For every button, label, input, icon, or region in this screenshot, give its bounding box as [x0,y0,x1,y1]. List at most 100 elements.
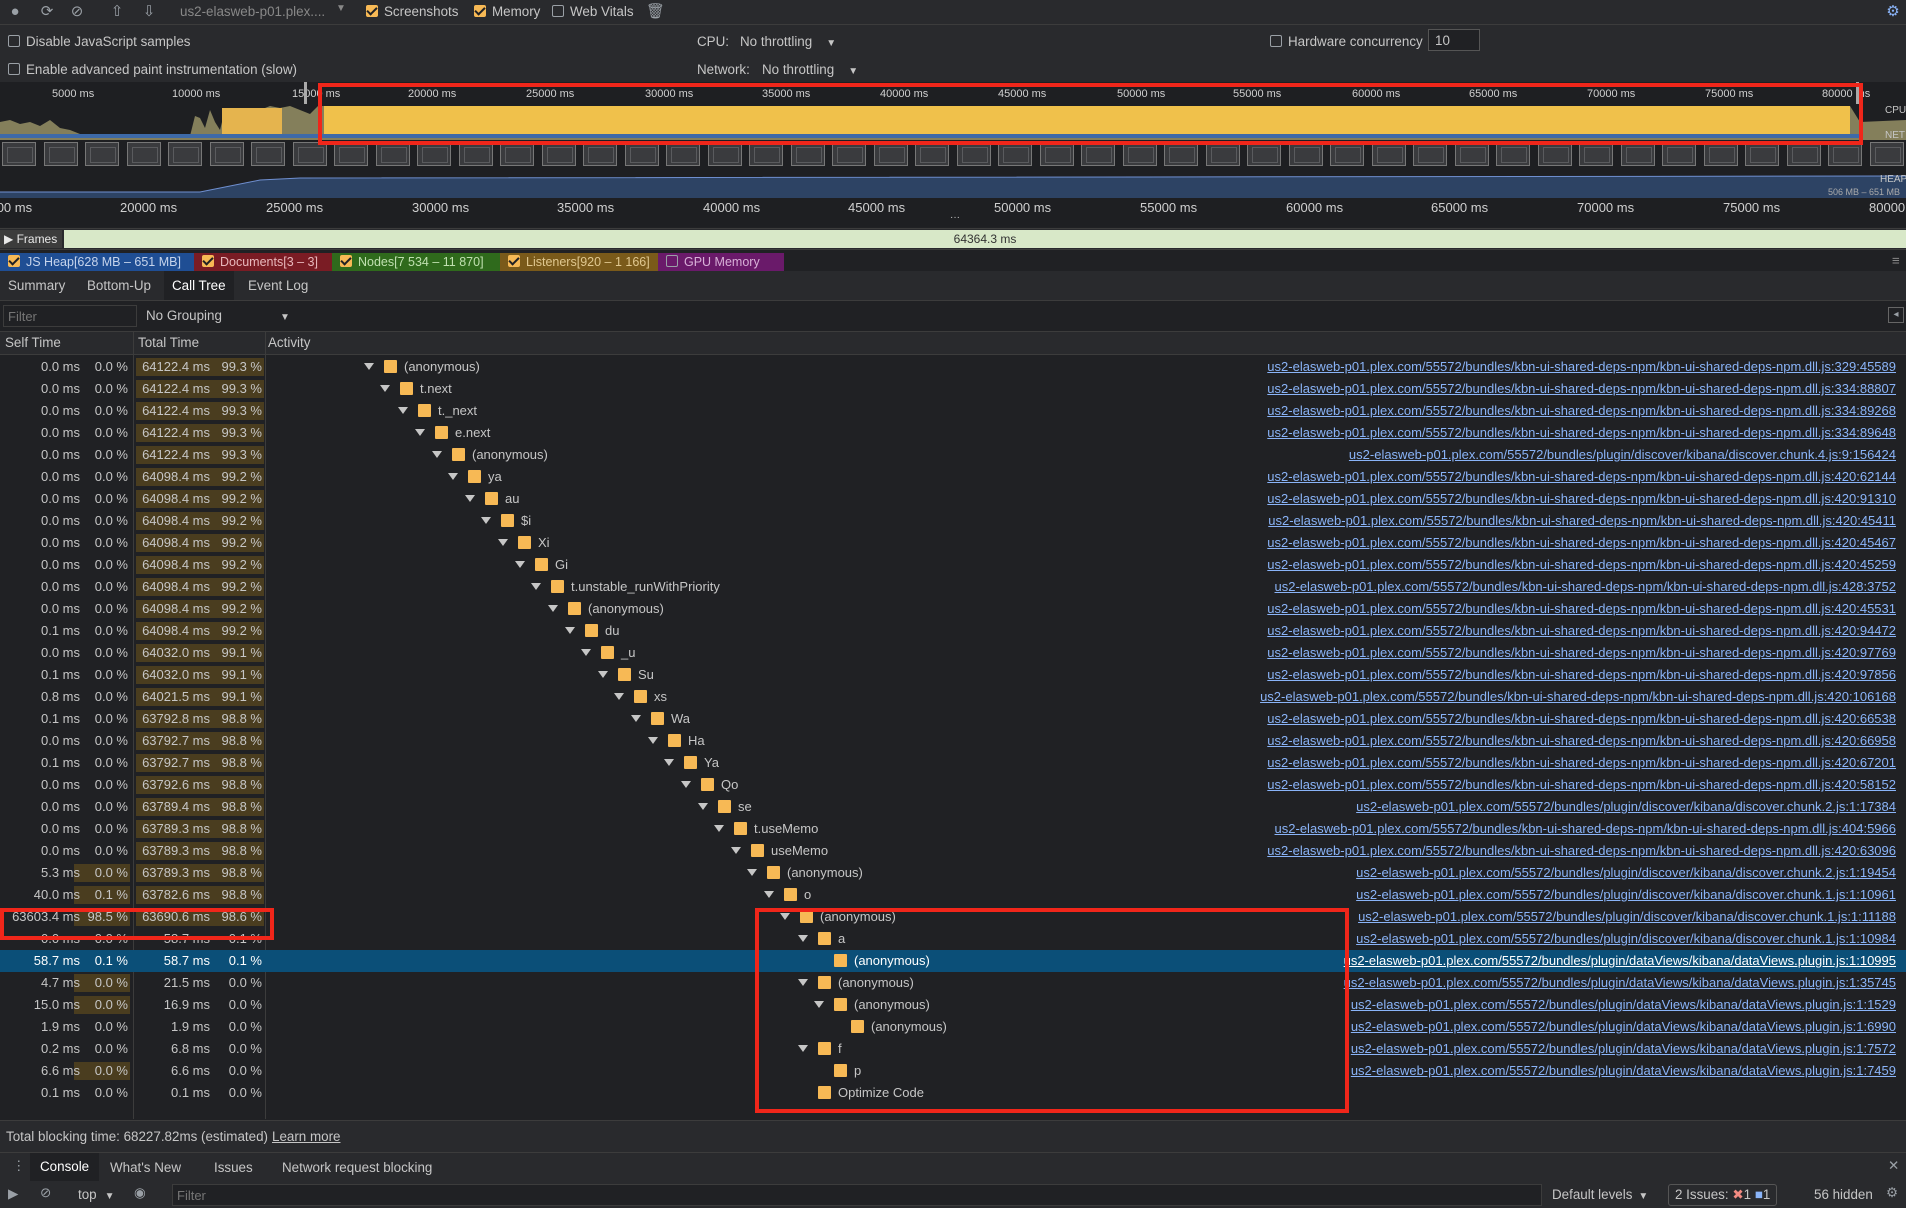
call-tree-row[interactable]: 0.1 ms 0.0 % 63792.8 ms 98.8 % Wa us2-elasweb… [0,708,1906,730]
screenshot-thumbnail[interactable] [1123,142,1157,166]
source-link[interactable]: us2-elasweb-p01.plex.com/55572/bundles/k… [1267,774,1896,796]
expand-toggle-icon[interactable] [548,605,558,612]
selection-left-handle[interactable] [304,82,307,104]
source-link[interactable]: us2-elasweb-p01.plex.com/55572/bundles/p… [1351,1016,1896,1038]
screenshot-thumbnail[interactable] [1330,142,1364,166]
screenshot-thumbnail[interactable] [1828,142,1862,166]
clear-icon[interactable]: ⊘ [68,3,86,21]
screenshot-thumbnail[interactable] [625,142,659,166]
call-tree-row[interactable]: 0.0 ms 0.0 % 64122.4 ms 99.3 % e.next us2-ela… [0,422,1906,444]
screenshot-thumbnail[interactable] [542,142,576,166]
call-tree-row[interactable]: 0.0 ms 0.0 % 64098.4 ms 99.2 % ya us2-elasweb… [0,466,1906,488]
expand-toggle-icon[interactable] [432,451,442,458]
source-link[interactable]: us2-elasweb-p01.plex.com/55572/bundles/k… [1267,356,1896,378]
source-link[interactable]: us2-elasweb-p01.plex.com/55572/bundles/k… [1267,378,1896,400]
screenshot-thumbnail[interactable] [1081,142,1115,166]
expand-toggle-icon[interactable] [364,363,374,370]
source-link[interactable]: us2-elasweb-p01.plex.com/55572/bundles/p… [1351,1060,1896,1082]
expand-toggle-icon[interactable] [481,517,491,524]
call-tree-row[interactable]: 0.1 ms 0.0 % 64098.4 ms 99.2 % du us2-elasweb… [0,620,1906,642]
call-tree-row[interactable]: 0.0 ms 0.0 % 63792.7 ms 98.8 % Ha us2-elasweb… [0,730,1906,752]
call-tree-row[interactable]: 0.1 ms 0.0 % 63792.7 ms 98.8 % Ya us2-elasweb… [0,752,1906,774]
source-link[interactable]: us2-elasweb-p01.plex.com/55572/bundles/p… [1344,950,1896,972]
call-tree-row[interactable]: 0.0 ms 0.0 % 64098.4 ms 99.2 % au us2-elasweb… [0,488,1906,510]
gear-icon[interactable]: ⚙ [1884,3,1902,21]
source-link[interactable]: us2-elasweb-p01.plex.com/55572/bundles/k… [1267,620,1896,642]
activity-header[interactable]: Activity [268,335,310,350]
screenshot-thumbnail[interactable] [168,142,202,166]
call-tree-row[interactable]: 0.0 ms 0.0 % 64098.4 ms 99.2 % (anonymous) us… [0,598,1906,620]
recording-select[interactable]: us2-elasweb-p01.plex.... [180,4,325,19]
expand-toggle-icon[interactable] [415,429,425,436]
call-tree-row[interactable]: 0.0 ms 0.0 % 64122.4 ms 99.3 % (anonymous) us… [0,356,1906,378]
expand-toggle-icon[interactable] [515,561,525,568]
screenshot-thumbnail[interactable] [791,142,825,166]
screenshot-thumbnail[interactable] [1538,142,1572,166]
upload-icon[interactable]: ⇧ [108,3,126,21]
source-link[interactable]: us2-elasweb-p01.plex.com/55572/bundles/p… [1351,1038,1896,1060]
screenshot-thumbnail[interactable] [1745,142,1779,166]
source-link[interactable]: us2-elasweb-p01.plex.com/55572/bundles/k… [1267,532,1896,554]
screenshot-thumbnail[interactable] [749,142,783,166]
screenshot-thumbnail[interactable] [998,142,1032,166]
screenshot-thumbnail[interactable] [1704,142,1738,166]
source-link[interactable]: us2-elasweb-p01.plex.com/55572/bundles/k… [1275,818,1896,840]
call-tree-row[interactable]: 40.0 ms 0.1 % 63782.6 ms 98.8 % o us2-elasweb… [0,884,1906,906]
frames-toggle[interactable]: ▶ Frames [0,230,62,248]
reload-record-icon[interactable]: ⟳ [38,3,56,21]
frame-bar[interactable]: 64364.3 ms [64,230,1906,248]
expand-toggle-icon[interactable] [465,495,475,502]
learn-more-link[interactable]: Learn more [272,1129,340,1144]
call-tree-row[interactable]: 0.0 ms 0.0 % 63792.6 ms 98.8 % Qo us2-elasweb… [0,774,1906,796]
screenshot-thumbnail[interactable] [874,142,908,166]
source-link[interactable]: us2-elasweb-p01.plex.com/55572/bundles/k… [1267,598,1896,620]
screenshot-thumbnail[interactable] [1870,142,1904,166]
screenshot-thumbnail[interactable] [957,142,991,166]
expand-toggle-icon[interactable] [565,627,575,634]
tab-issues[interactable]: Issues [214,1160,253,1175]
expand-toggle-icon[interactable] [664,759,674,766]
console-filter-input[interactable] [172,1184,1542,1206]
total-time-header[interactable]: Total Time [138,335,199,350]
log-levels-select[interactable]: Default levels ▼ [1552,1187,1648,1202]
js-heap-counter[interactable]: JS Heap[628 MB – 651 MB] [0,253,210,271]
expand-toggle-icon[interactable] [631,715,641,722]
expand-toggle-icon[interactable] [448,473,458,480]
source-link[interactable]: us2-elasweb-p01.plex.com/55572/bundles/k… [1260,686,1896,708]
expand-toggle-icon[interactable] [398,407,408,414]
clear-console-icon[interactable]: ⊘ [40,1185,51,1201]
screenshot-thumbnail[interactable] [127,142,161,166]
issues-counter[interactable]: 2 Issues: ✖1 ■1 [1668,1184,1778,1206]
frames-track[interactable]: ▶ Frames 64364.3 ms [0,228,1906,250]
source-link[interactable]: us2-elasweb-p01.plex.com/55572/bundles/k… [1275,576,1896,598]
more-vertical-icon[interactable]: ⋮ [12,1158,25,1174]
screenshot-thumbnail[interactable] [832,142,866,166]
source-link[interactable]: us2-elasweb-p01.plex.com/55572/bundles/k… [1267,840,1896,862]
screenshot-thumbnail[interactable] [500,142,534,166]
call-tree-row[interactable]: 0.0 ms 0.0 % 64032.0 ms 99.1 % _u us2-elasweb… [0,642,1906,664]
expand-toggle-icon[interactable] [714,825,724,832]
call-tree-row[interactable]: 0.0 ms 0.0 % 63789.4 ms 98.8 % se us2-elasweb… [0,796,1906,818]
network-throttling-select[interactable]: No throttling ▼ [762,62,858,77]
gear-icon[interactable]: ⚙ [1886,1185,1898,1201]
source-link[interactable]: us2-elasweb-p01.plex.com/55572/bundles/k… [1267,730,1896,752]
source-link[interactable]: us2-elasweb-p01.plex.com/55572/bundles/k… [1267,488,1896,510]
screenshot-thumbnail[interactable] [1289,142,1323,166]
source-link[interactable]: us2-elasweb-p01.plex.com/55572/bundles/p… [1356,796,1896,818]
source-link[interactable]: us2-elasweb-p01.plex.com/55572/bundles/p… [1356,862,1896,884]
record-icon[interactable]: ● [6,3,24,21]
expand-toggle-icon[interactable] [498,539,508,546]
screenshot-thumbnail[interactable] [459,142,493,166]
sidebar-icon[interactable]: ▶︎ [8,1186,18,1202]
screenshot-thumbnail[interactable] [1455,142,1489,166]
resize-handle-icon[interactable]: ··· [950,212,960,223]
screenshot-thumbnail[interactable] [666,142,700,166]
grouping-select[interactable]: No Grouping ▼ [146,308,290,323]
memory-checkbox[interactable]: Memory [474,4,540,19]
web-vitals-checkbox[interactable]: Web Vitals [552,4,634,19]
source-link[interactable]: us2-elasweb-p01.plex.com/55572/bundles/p… [1344,972,1896,994]
download-icon[interactable]: ⇩ [140,3,158,21]
source-link[interactable]: us2-elasweb-p01.plex.com/55572/bundles/p… [1349,444,1896,466]
advanced-paint-checkbox[interactable]: Enable advanced paint instrumentation (s… [8,62,297,77]
expand-toggle-icon[interactable] [598,671,608,678]
